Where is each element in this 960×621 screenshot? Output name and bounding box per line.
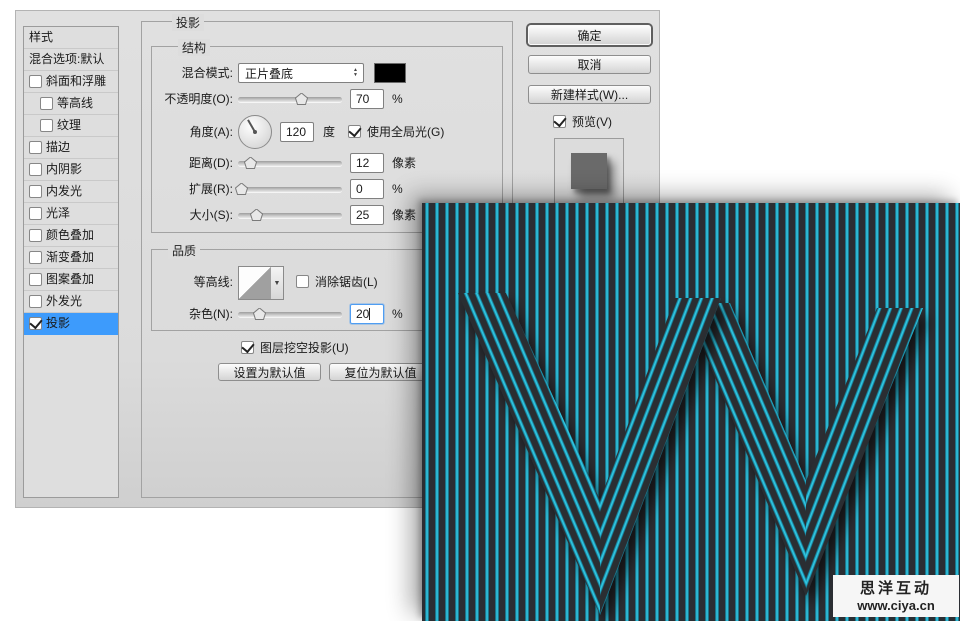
opacity-input[interactable]: 70 — [350, 89, 384, 109]
opacity-slider[interactable] — [238, 97, 342, 102]
blend-mode-value: 正片叠底 — [245, 65, 293, 82]
reset-default-button[interactable]: 复位为默认值 — [329, 363, 432, 381]
angle-label: 角度(A): — [26, 125, 233, 139]
antialias-checkbox[interactable] — [296, 275, 309, 288]
preview-checkbox[interactable] — [553, 115, 566, 128]
size-label: 大小(S): — [26, 208, 233, 222]
spinner-arrows-icon: ▲▼ — [353, 68, 358, 78]
sidebar-item-gradient-overlay[interactable]: 渐变叠加 — [24, 247, 118, 269]
text-caret — [369, 308, 370, 320]
watermark-url: www.ciya.cn — [857, 598, 935, 613]
opacity-unit: % — [392, 92, 403, 106]
angle-center-dot — [253, 130, 257, 134]
knockout-checkbox[interactable] — [241, 341, 254, 354]
blend-mode-select[interactable]: 正片叠底 ▲▼ — [238, 63, 364, 83]
noise-input[interactable]: 20 — [350, 304, 384, 324]
contour-dropdown-arrow-icon[interactable]: ▼ — [271, 266, 284, 300]
spread-label: 扩展(R): — [26, 182, 233, 196]
noise-slider-thumb[interactable] — [253, 308, 266, 320]
effect-preview-box — [554, 138, 624, 208]
size-unit: 像素 — [392, 208, 416, 222]
checkbox[interactable] — [29, 229, 42, 242]
contour-thumbnail[interactable] — [238, 266, 272, 300]
page: 样式 混合选项:默认 斜面和浮雕 等高线 纹理 描边 — [0, 0, 960, 621]
styles-list-empty-area — [24, 335, 118, 479]
global-light-label: 使用全局光(G) — [367, 125, 444, 139]
watermark-name: 思洋互动 — [860, 580, 932, 598]
angle-input[interactable]: 120 — [280, 122, 314, 142]
opacity-label: 不透明度(O): — [26, 92, 233, 106]
noise-label: 杂色(N): — [26, 307, 233, 321]
panel-title: 投影 — [172, 14, 204, 31]
size-slider-thumb[interactable] — [250, 209, 263, 221]
spread-slider-thumb[interactable] — [235, 183, 248, 195]
antialias-label: 消除锯齿(L) — [315, 275, 378, 289]
styles-header-label: 样式 — [29, 27, 53, 48]
shadow-color-swatch[interactable] — [374, 63, 406, 83]
checkbox[interactable] — [29, 141, 42, 154]
distance-slider[interactable] — [238, 161, 342, 166]
w-artwork-svg — [422, 203, 960, 621]
quality-title: 品质 — [168, 242, 200, 259]
watermark: 思洋互动 www.ciya.cn — [833, 575, 959, 617]
structure-title: 结构 — [178, 39, 210, 56]
blend-mode-label: 混合模式: — [26, 66, 233, 80]
contour-label: 等高线: — [26, 275, 233, 289]
opacity-slider-thumb[interactable] — [295, 93, 308, 105]
cancel-button[interactable]: 取消 — [528, 55, 651, 74]
preview-label: 预览(V) — [572, 115, 612, 129]
sidebar-item-color-overlay[interactable]: 颜色叠加 — [24, 225, 118, 247]
ok-button[interactable]: 确定 — [528, 25, 651, 45]
spread-slider[interactable] — [238, 187, 342, 192]
distance-input[interactable]: 12 — [350, 153, 384, 173]
global-light-checkbox[interactable] — [348, 125, 361, 138]
noise-unit: % — [392, 307, 403, 321]
distance-unit: 像素 — [392, 156, 416, 170]
styles-list-header: 样式 — [24, 27, 118, 49]
make-default-button[interactable]: 设置为默认值 — [218, 363, 321, 381]
effect-preview-square — [571, 153, 607, 189]
angle-unit: 度 — [323, 125, 335, 139]
noise-slider[interactable] — [238, 312, 342, 317]
size-slider[interactable] — [238, 213, 342, 218]
spread-unit: % — [392, 182, 403, 196]
knockout-label: 图层挖空投影(U) — [260, 341, 349, 355]
checkbox[interactable] — [29, 251, 42, 264]
artwork-image: 思洋互动 www.ciya.cn — [422, 203, 960, 621]
new-style-button[interactable]: 新建样式(W)... — [528, 85, 651, 104]
angle-dial[interactable] — [238, 115, 272, 149]
distance-label: 距离(D): — [26, 156, 233, 170]
size-input[interactable]: 25 — [350, 205, 384, 225]
spread-input[interactable]: 0 — [350, 179, 384, 199]
distance-slider-thumb[interactable] — [244, 157, 257, 169]
